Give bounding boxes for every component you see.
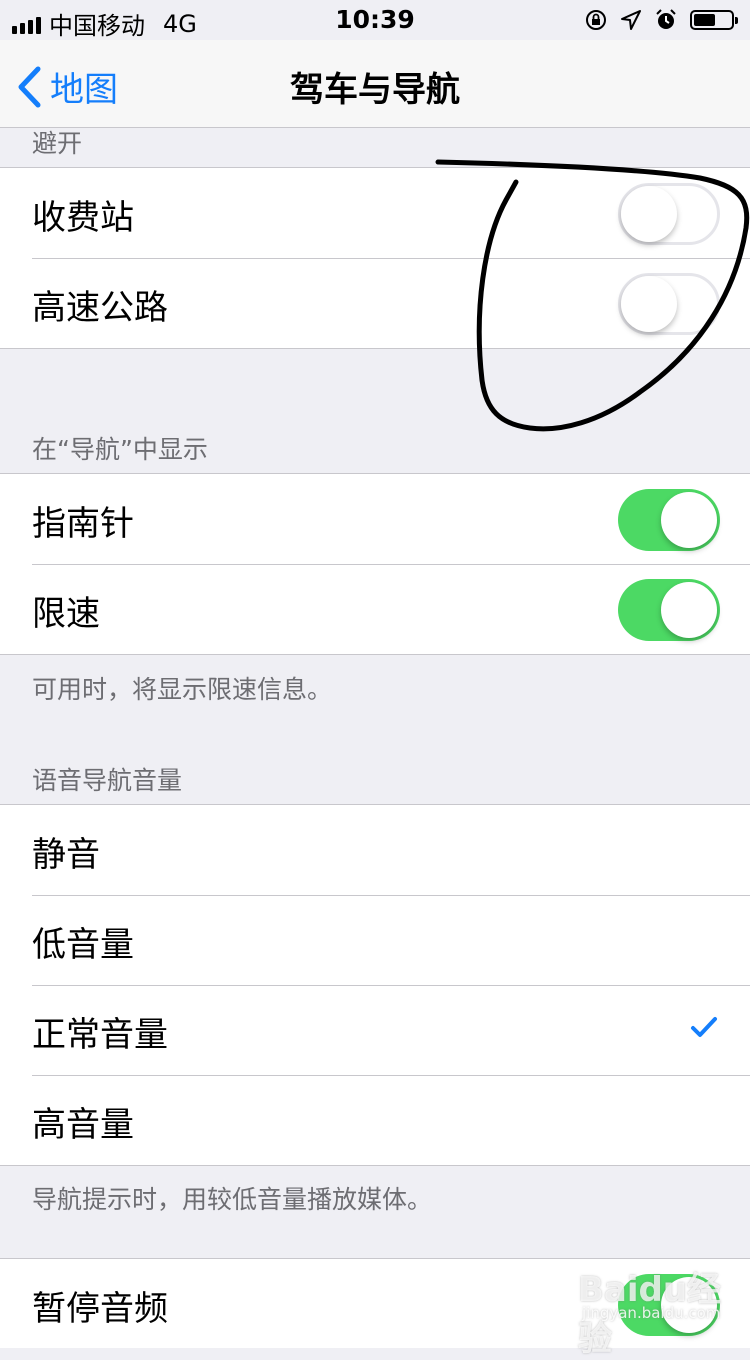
- hand-drawn-annotation: [435, 159, 750, 432]
